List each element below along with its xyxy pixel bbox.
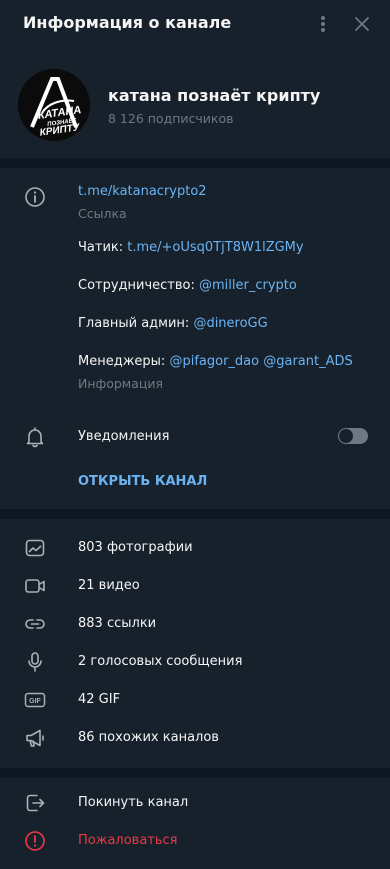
close-icon[interactable]	[352, 14, 372, 34]
media-row-similar-channels[interactable]: 86 похожих каналов	[0, 719, 390, 757]
microphone-icon	[23, 650, 47, 674]
media-label: 803 фотографии	[78, 540, 193, 555]
chat-label: Чатик:	[78, 240, 128, 255]
notifications-label: Уведомления	[78, 429, 170, 444]
section-divider	[0, 509, 390, 519]
media-label: 21 видео	[78, 578, 140, 593]
report-label: Пожаловаться	[78, 833, 178, 848]
manager-user-link-2[interactable]: @garant_ADS	[263, 354, 353, 369]
admin-line: Главный админ: @dineroGG	[78, 316, 268, 331]
media-label: 2 голосовых сообщения	[78, 654, 243, 669]
video-icon	[23, 574, 47, 598]
admin-user-link[interactable]: @dineroGG	[193, 316, 267, 331]
media-row-photos[interactable]: 803 фотографии	[0, 529, 390, 567]
chat-link[interactable]: t.me/+oUsq0TjT8W1lZGMy	[127, 240, 303, 255]
cooperation-label: Сотрудничество:	[78, 278, 200, 293]
open-channel-button[interactable]: ОТКРЫТЬ КАНАЛ	[78, 474, 207, 489]
toggle-knob	[339, 429, 353, 443]
manager-user-link-1[interactable]: @pifagor_dao	[169, 354, 259, 369]
channel-profile: КАТАНА ПОЗНАЁТ КРИПТУ катана познаёт кри…	[0, 48, 390, 158]
media-label: 883 ссылки	[78, 616, 157, 631]
page-title: Информация о канале	[23, 13, 232, 32]
gif-icon: GIF	[23, 688, 47, 712]
svg-text:GIF: GIF	[29, 698, 41, 705]
leave-channel-button[interactable]: Покинуть канал	[0, 784, 390, 822]
admin-label: Главный админ:	[78, 316, 194, 331]
media-row-videos[interactable]: 21 видео	[0, 567, 390, 605]
section-divider	[0, 158, 390, 168]
photo-icon	[23, 536, 47, 560]
leave-icon	[23, 791, 47, 815]
avatar[interactable]: КАТАНА ПОЗНАЁТ КРИПТУ	[18, 69, 90, 141]
media-label: 86 похожих каналов	[78, 730, 219, 745]
info-icon	[23, 185, 47, 209]
media-row-voice[interactable]: 2 голосовых сообщения	[0, 643, 390, 681]
managers-label: Менеджеры:	[78, 354, 170, 369]
leave-channel-label: Покинуть канал	[78, 795, 189, 810]
media-row-gif[interactable]: GIF 42 GIF	[0, 681, 390, 719]
media-label: 42 GIF	[78, 692, 121, 707]
bell-icon	[23, 425, 47, 449]
channel-name: катана познаёт крипту	[108, 86, 321, 105]
subscriber-count: 8 126 подписчиков	[108, 111, 234, 126]
report-button[interactable]: Пожаловаться	[0, 822, 390, 860]
header: Информация о канале	[0, 0, 390, 48]
link-caption: Ссылка	[78, 206, 127, 221]
megaphone-icon	[23, 726, 47, 750]
cooperation-line: Сотрудничество: @miller_crypto	[78, 278, 297, 293]
notifications-toggle[interactable]	[338, 428, 368, 444]
warning-icon	[23, 829, 47, 853]
channel-link[interactable]: t.me/katanacrypto2	[78, 184, 207, 199]
managers-line: Менеджеры: @pifagor_dao @garant_ADS	[78, 354, 353, 369]
media-row-links[interactable]: 883 ссылки	[0, 605, 390, 643]
chat-line: Чатик: t.me/+oUsq0TjT8W1lZGMy	[78, 240, 304, 255]
more-options-icon[interactable]	[314, 14, 332, 34]
cooperation-user-link[interactable]: @miller_crypto	[199, 278, 297, 293]
info-caption: Информация	[78, 376, 164, 391]
section-divider	[0, 768, 390, 778]
link-icon	[23, 612, 47, 636]
channel-logo: КАТАНА ПОЗНАЁТ КРИПТУ	[18, 69, 90, 141]
